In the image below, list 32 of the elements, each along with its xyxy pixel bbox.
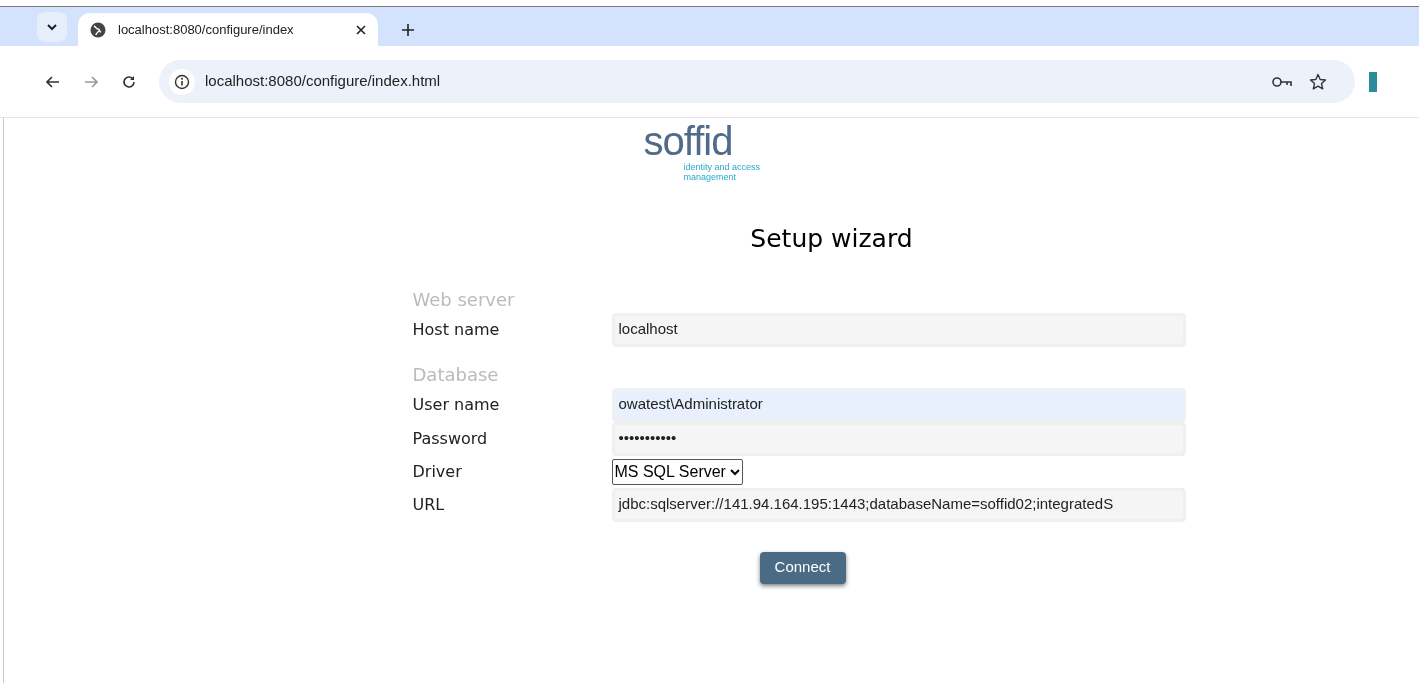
tab-title: localhost:8080/configure/index [118,20,295,39]
connect-button[interactable]: Connect [759,551,846,584]
extension-icon[interactable] [1369,71,1377,92]
info-icon[interactable] [174,73,190,90]
driver-select[interactable]: MS SQL Server [611,458,743,485]
reload-icon[interactable] [122,74,136,89]
field-label: Host name [412,318,501,341]
address-bar[interactable]: localhost:8080/configure/index.html [159,60,1355,103]
page-title: Setup wizard [750,223,913,255]
field-label: Password [412,427,489,450]
key-icon[interactable] [1272,75,1292,88]
close-icon[interactable] [356,24,366,35]
section-heading: Web server [412,287,516,312]
input-field[interactable]: ••••••••••• [611,421,1186,456]
url-text: localhost:8080/configure/index.html [205,71,442,92]
chevron-down-icon [46,22,58,31]
input-field[interactable]: owatest\Administrator [611,387,1186,422]
browser-tab[interactable]: localhost:8080/configure/index [78,13,378,46]
field-label: Driver [412,460,463,483]
star-icon[interactable] [1309,72,1327,91]
field-label: URL [412,493,446,516]
input-field[interactable]: jdbc:sqlserver://141.94.164.195:1443;databaseName=soffid02;integratedS [611,487,1186,522]
logo-tagline: identity and access management [683,162,762,182]
forward-arrow-icon[interactable] [84,75,98,88]
field-label: User name [412,393,501,416]
new-tab-icon[interactable] [402,23,414,36]
back-arrow-icon[interactable] [46,75,60,88]
section-heading: Database [412,362,500,387]
tab-list-button[interactable] [37,11,67,42]
chevron-down-icon [729,467,740,476]
input-field[interactable]: localhost [611,312,1186,347]
logo-wordmark: soffid [643,120,733,162]
